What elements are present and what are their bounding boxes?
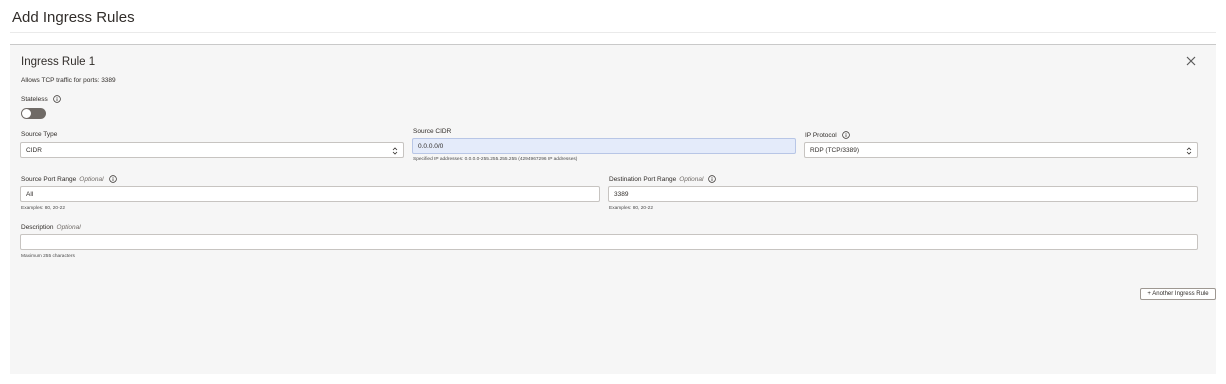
description-input[interactable]: [20, 234, 1198, 250]
info-icon[interactable]: [841, 131, 850, 139]
destination-port-range-label: Destination Port Range Optional: [609, 175, 717, 183]
source-type-label: Source Type: [21, 131, 57, 138]
destination-port-range-label-text: Destination Port Range: [609, 175, 677, 183]
info-icon[interactable]: [52, 95, 61, 103]
optional-tag: Optional: [79, 175, 104, 183]
optional-tag: Optional: [56, 224, 81, 231]
source-port-range-value: All: [26, 190, 34, 198]
toggle-knob: [22, 109, 31, 118]
source-type-value: CIDR: [26, 146, 42, 154]
info-icon[interactable]: [108, 175, 117, 183]
ip-protocol-value: RDP (TCP/3389): [810, 146, 860, 154]
source-cidr-help: Specified IP addresses: 0.0.0.0-255.255.…: [413, 157, 578, 162]
ip-protocol-label: IP Protocol: [805, 131, 850, 139]
description-label-text: Description: [21, 224, 54, 231]
destination-port-range-input[interactable]: 3389: [608, 186, 1198, 202]
ip-protocol-label-text: IP Protocol: [805, 131, 837, 139]
chevron-up-down-icon: [392, 147, 398, 155]
source-cidr-label-text: Source CIDR: [413, 128, 452, 135]
description-label: Description Optional: [21, 224, 81, 231]
page-title: Add Ingress Rules: [12, 9, 135, 26]
source-port-range-label: Source Port Range Optional: [21, 175, 117, 183]
ip-protocol-select[interactable]: RDP (TCP/3389): [804, 142, 1198, 158]
source-port-range-input[interactable]: All: [20, 186, 600, 202]
destination-port-range-help: Examples: 80, 20-22: [609, 206, 653, 211]
source-cidr-label: Source CIDR: [413, 128, 451, 135]
rule-summary: Allows TCP traffic for ports: 3389: [21, 77, 116, 84]
add-another-ingress-rule-button[interactable]: + Another Ingress Rule: [1140, 288, 1216, 300]
source-port-range-label-text: Source Port Range: [21, 175, 77, 183]
chevron-up-down-icon: [1186, 147, 1192, 155]
source-cidr-value: 0.0.0.0/0: [418, 142, 444, 150]
source-cidr-input[interactable]: 0.0.0.0/0: [412, 138, 796, 154]
close-icon[interactable]: [1185, 55, 1197, 67]
source-type-label-text: Source Type: [21, 131, 58, 138]
source-type-select[interactable]: CIDR: [20, 142, 404, 158]
optional-tag: Optional: [679, 175, 704, 183]
divider: [10, 32, 1216, 33]
info-icon[interactable]: [708, 175, 717, 183]
stateless-label: Stateless: [21, 95, 61, 103]
stateless-toggle[interactable]: [21, 108, 46, 119]
stateless-label-text: Stateless: [21, 95, 48, 103]
description-help: Maximum 255 characters: [21, 254, 75, 259]
source-port-range-help: Examples: 80, 20-22: [21, 206, 65, 211]
rule-title: Ingress Rule 1: [21, 56, 96, 68]
destination-port-range-value: 3389: [614, 190, 629, 198]
